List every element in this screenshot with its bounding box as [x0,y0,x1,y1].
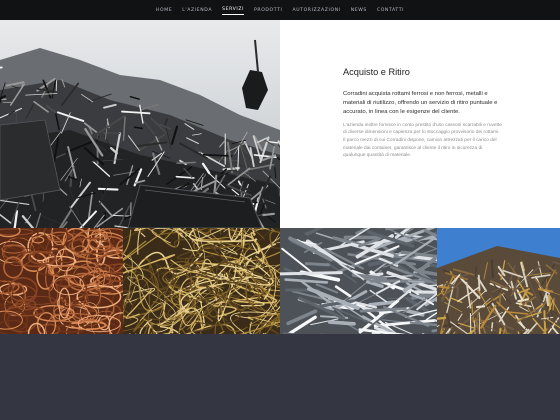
footer [0,334,560,420]
copper-wire-illustration [0,228,123,334]
scrapyard-illustration [0,20,280,228]
mixed-scrap-illustration [437,228,560,334]
nav-item-news[interactable]: NEWS [351,6,367,15]
brass-wire-photo [123,228,280,334]
aluminum-profiles-photo [280,228,437,334]
mixed-scrap-pile-photo [437,228,560,334]
nav-item-azienda[interactable]: L'AZIENDA [182,6,212,15]
lead-paragraph: Corradini acquista rottami ferrosi e non… [343,91,498,115]
body-paragraph-1: L'azienda inoltre fornisce in conto pres… [343,122,502,136]
section-title: Acquisto e Ritiro [343,67,410,77]
copper-wire-photo [0,228,123,334]
nav-item-autorizzazioni[interactable]: AUTORIZZAZIONI [292,6,340,15]
nav-item-servizi[interactable]: SERVIZI [222,5,245,15]
body-paragraph-2: Il parco mezzi di cui Corradini dispone,… [343,137,497,159]
service-description-panel: Acquisto e Ritiro Corradini acquista rot… [280,20,560,228]
nav-item-prodotti[interactable]: PRODOTTI [254,6,282,15]
hero-scrapyard-photo [0,20,280,228]
scrap-gallery [0,228,560,334]
aluminum-profiles-illustration [280,228,437,334]
brass-wire-illustration [123,228,280,334]
nav-item-home[interactable]: HOME [156,6,172,15]
service-text-block: Acquisto e Ritiro Corradini acquista rot… [343,67,505,160]
top-navigation: HOME L'AZIENDA SERVIZI PRODOTTI AUTORIZZ… [0,0,560,20]
nav-item-contatti[interactable]: CONTATTI [377,6,404,15]
